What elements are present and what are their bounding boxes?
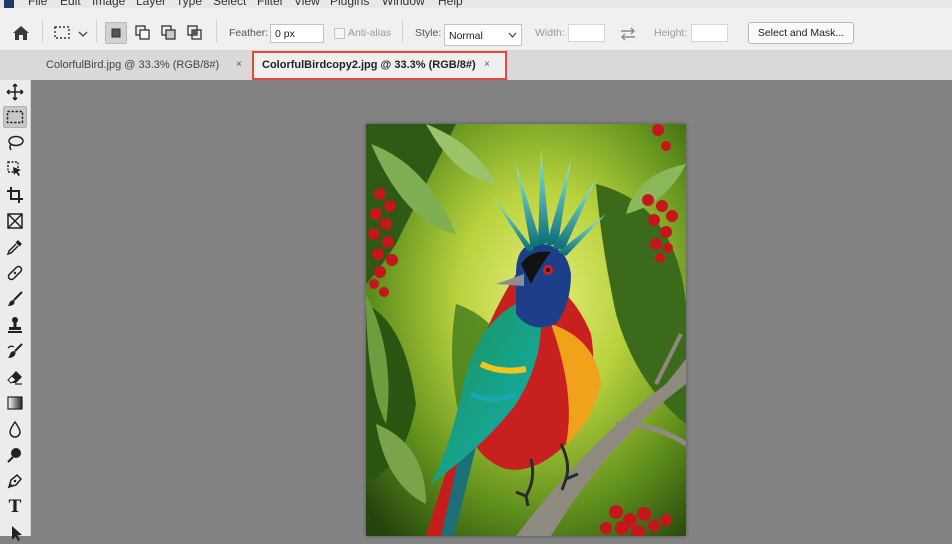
style-label: Style: [415,27,442,39]
document-tabs: ColorfulBird.jpg @ 33.3% (RGB/8#) × Colo… [0,51,952,80]
add-selection-button[interactable] [132,22,154,44]
width-label: Width: [535,27,565,39]
new-selection-button[interactable] [105,22,127,44]
type-icon[interactable]: T [3,496,27,518]
swap-icon[interactable] [617,23,639,45]
brush-icon[interactable] [3,288,27,310]
move-icon[interactable] [3,81,27,103]
healing-brush-icon[interactable] [3,262,27,284]
close-icon[interactable]: × [236,59,242,70]
rect-marquee-icon[interactable] [3,106,27,128]
antialias-checkbox[interactable] [334,28,345,39]
options-bar: Feather: 0 px Anti-alias Style: Normal W… [0,8,952,51]
height-label: Height: [654,27,688,39]
tab-title: ColorfulBird.jpg @ 33.3% (RGB/8#) [46,59,220,71]
document-image[interactable] [366,124,686,536]
tab-title: ColorfulBirdcopy2.jpg @ 33.3% (RGB/8#) [262,59,476,71]
menu-edit[interactable]: Edit [60,0,81,8]
history-brush-icon[interactable] [3,340,27,362]
pen-icon[interactable] [3,470,27,492]
gradient-icon[interactable] [3,392,27,414]
intersect-selection-button[interactable] [184,22,206,44]
subtract-selection-button[interactable] [158,22,180,44]
height-input[interactable] [691,24,728,42]
chevron-down-icon[interactable] [76,22,90,44]
object-select-icon[interactable] [3,158,27,180]
menu-image[interactable]: Image [92,0,125,8]
colorful-bird-image [366,124,686,536]
eraser-icon[interactable] [3,366,27,388]
tools-panel: T [0,51,31,541]
stamp-icon[interactable] [3,314,27,336]
frame-icon[interactable] [3,210,27,232]
marquee-preset-icon[interactable] [52,22,74,44]
menu-layer[interactable]: Layer [136,0,166,8]
eyedropper-icon[interactable] [3,236,27,258]
menu-select[interactable]: Select [213,0,246,8]
menu-bar: File Edit Image Layer Type Select Filter… [0,0,952,8]
lasso-icon[interactable] [3,132,27,154]
menu-window[interactable]: Window [382,0,425,8]
home-icon[interactable] [10,22,32,44]
width-input[interactable] [568,24,605,42]
feather-label: Feather: [229,27,269,39]
blur-icon[interactable] [3,418,27,440]
dodge-icon[interactable] [3,444,27,466]
antialias-label: Anti-alias [348,27,392,39]
menu-filter[interactable]: Filter [257,0,284,8]
style-select-value: Normal [449,30,483,42]
tab-colorfulbird[interactable]: ColorfulBird.jpg @ 33.3% (RGB/8#) × [36,51,250,80]
feather-input[interactable]: 0 px [270,24,324,43]
tab-colorfulbirdcopy2[interactable]: ColorfulBirdcopy2.jpg @ 33.3% (RGB/8#) × [252,51,507,80]
style-select[interactable]: Normal [444,24,522,46]
app-logo-icon[interactable] [4,0,14,8]
menu-file[interactable]: File [28,0,47,8]
menu-help[interactable]: Help [438,0,463,8]
menu-type[interactable]: Type [176,0,202,8]
menu-plugins[interactable]: Plugins [330,0,369,8]
chevron-down-icon [508,32,517,38]
close-icon[interactable]: × [484,59,490,70]
menu-view[interactable]: View [294,0,320,8]
select-and-mask-button[interactable]: Select and Mask... [748,22,854,44]
path-select-icon[interactable] [3,522,27,544]
crop-icon[interactable] [3,184,27,206]
